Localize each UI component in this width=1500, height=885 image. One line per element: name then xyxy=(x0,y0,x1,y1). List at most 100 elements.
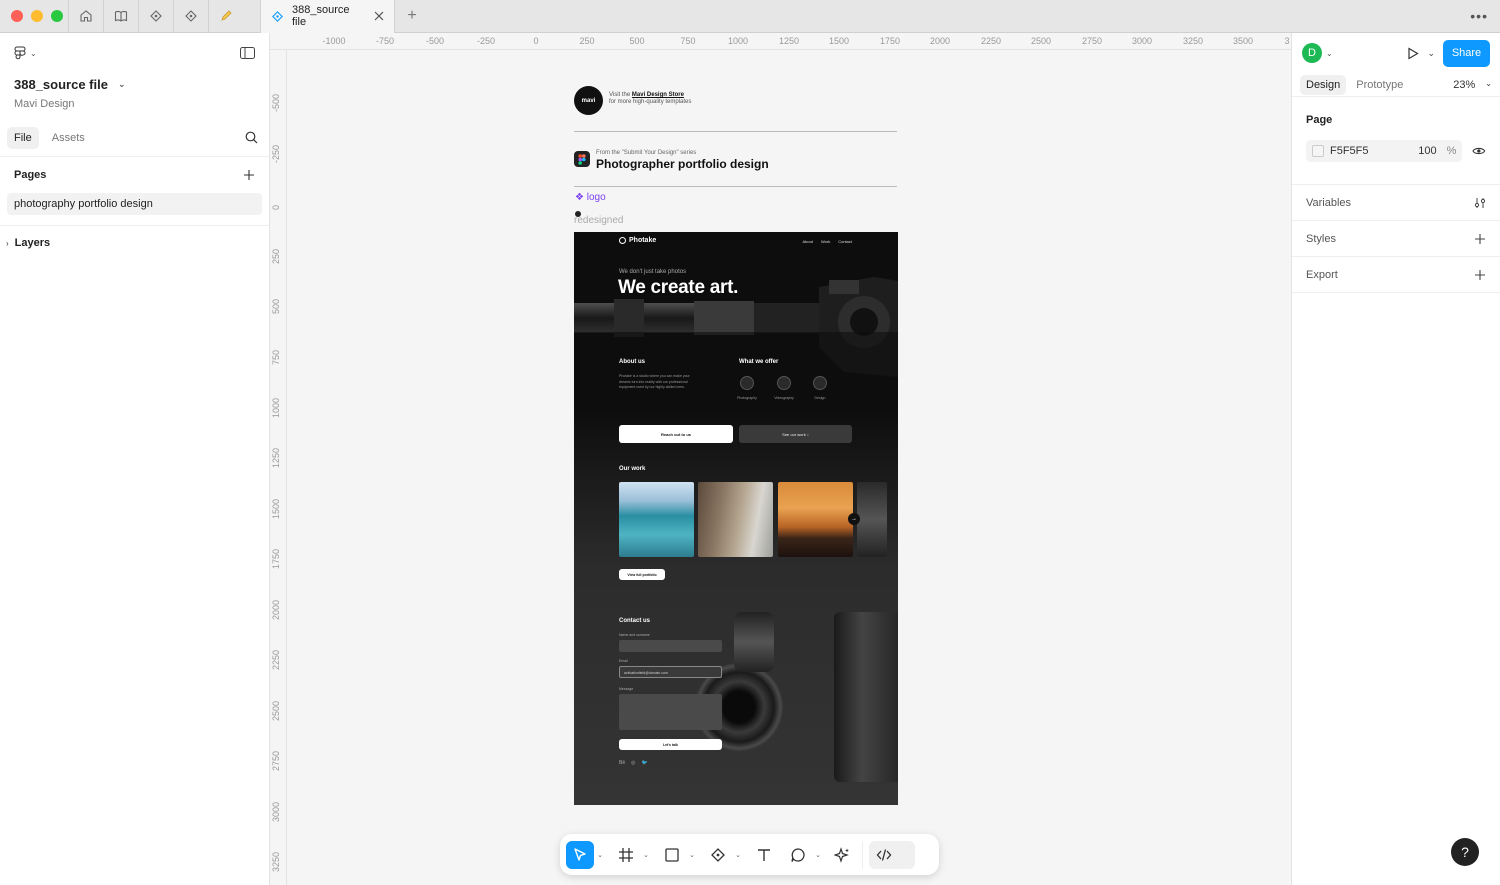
twitter-icon[interactable]: 🐦 xyxy=(642,760,648,766)
ruler-label: 1500 xyxy=(271,498,281,519)
pencil-icon[interactable] xyxy=(208,0,243,33)
more-menu-button[interactable]: ••• xyxy=(1470,8,1488,24)
portfolio-design-frame[interactable]: Photake About Work Contact We don't just… xyxy=(574,232,898,805)
redesigned-label[interactable]: redesigned xyxy=(574,215,623,226)
page-color-hex[interactable]: F5F5F5 xyxy=(1330,145,1369,157)
variables-section[interactable]: Variables xyxy=(1292,185,1500,221)
brand-logo[interactable]: Photake xyxy=(619,237,656,244)
new-tab-button[interactable]: + xyxy=(395,7,429,25)
cursor-icon xyxy=(574,847,586,861)
portfolio-thumb-waterfall[interactable] xyxy=(619,482,694,557)
email-field[interactable]: activationfield@domain.com xyxy=(619,666,722,678)
chevron-down-icon[interactable]: ⌄ xyxy=(686,851,698,859)
page-item-label: photography portfolio design xyxy=(14,198,153,210)
logo-component[interactable]: ❖ logo xyxy=(575,192,606,203)
service-videography[interactable]: Videography xyxy=(772,376,796,400)
divider xyxy=(574,131,897,132)
view-portfolio-button[interactable]: View full portfolio xyxy=(619,569,665,580)
series-title[interactable]: Photographer portfolio design xyxy=(596,157,769,171)
name-field[interactable] xyxy=(619,640,722,652)
help-button[interactable]: ? xyxy=(1451,838,1479,866)
mavi-logo[interactable]: mavi xyxy=(574,86,603,115)
behance-icon[interactable]: Bē xyxy=(619,760,625,766)
chevron-down-icon[interactable]: ⌄ xyxy=(732,851,744,859)
carousel-next-icon[interactable]: → xyxy=(848,513,860,525)
chevron-down-icon[interactable]: ⌄ xyxy=(812,851,824,859)
pen-tool-button[interactable] xyxy=(704,841,732,869)
mavi-store-link[interactable]: Mavi Design Store xyxy=(632,92,684,98)
frame-tool-button[interactable] xyxy=(612,841,640,869)
sidebar-toggle-icon[interactable] xyxy=(240,47,255,59)
eye-icon[interactable] xyxy=(1472,146,1486,156)
nav-contact[interactable]: Contact xyxy=(838,239,852,244)
sliders-icon[interactable] xyxy=(1474,197,1486,209)
tab-prototype[interactable]: Prototype xyxy=(1350,75,1409,95)
message-field[interactable] xyxy=(619,694,722,730)
ruler-label: 2750 xyxy=(1081,36,1103,46)
opacity-field[interactable]: 100 % xyxy=(1418,145,1456,157)
hero-subtitle: We don't just take photos xyxy=(619,269,687,275)
ai-tool-button[interactable] xyxy=(828,841,856,869)
pen-tool-icon[interactable] xyxy=(173,0,208,33)
reach-out-button[interactable]: Reach out to us xyxy=(619,425,733,443)
close-window-button[interactable] xyxy=(11,10,23,22)
nav-work[interactable]: Work xyxy=(821,239,830,244)
lets-talk-button[interactable]: Let's talk xyxy=(619,739,722,750)
chevron-down-icon[interactable]: ⌄ xyxy=(594,851,606,859)
instagram-icon[interactable]: ◎ xyxy=(631,760,635,766)
ruler-label: 3250 xyxy=(1182,36,1204,46)
add-export-icon[interactable] xyxy=(1474,269,1486,281)
tab-388-source-file[interactable]: 388_source file xyxy=(260,0,395,33)
work-title: Our work xyxy=(619,466,646,472)
avatar[interactable]: D xyxy=(1302,43,1322,63)
rectangle-tool-button[interactable] xyxy=(658,841,686,869)
ruler-label: 2250 xyxy=(271,649,281,670)
main-menu-button[interactable]: ⌄ xyxy=(14,46,37,60)
chevron-down-icon[interactable]: ⌄ xyxy=(1326,49,1333,58)
tab-file[interactable]: File xyxy=(7,126,39,149)
portfolio-thumb-partial[interactable] xyxy=(857,482,887,557)
nav-about[interactable]: About xyxy=(802,239,812,244)
zoom-window-button[interactable] xyxy=(51,10,63,22)
team-name[interactable]: Mavi Design xyxy=(0,95,269,117)
chevron-down-icon: ⌄ xyxy=(117,78,126,89)
service-design[interactable]: Design xyxy=(808,376,832,400)
mavi-promo-text[interactable]: Visit the Mavi Design Store for more hig… xyxy=(609,92,691,106)
present-button[interactable]: ⌄ xyxy=(1407,46,1435,60)
layers-header[interactable]: › Layers xyxy=(0,228,269,258)
zoom-control[interactable]: 23% ⌄ xyxy=(1453,79,1492,91)
camera-icon xyxy=(740,376,754,390)
contact-title: Contact us xyxy=(619,618,651,624)
service-photography[interactable]: Photography xyxy=(735,376,759,400)
file-name[interactable]: 388_source file ⌄ xyxy=(0,73,269,95)
page-item-photography-portfolio-design[interactable]: photography portfolio design xyxy=(7,193,262,215)
figma-logo-icon xyxy=(14,46,26,60)
portfolio-thumb-cliff[interactable] xyxy=(698,482,773,557)
styles-section[interactable]: Styles xyxy=(1292,221,1500,257)
tab-design[interactable]: Design xyxy=(1300,74,1347,95)
move-tool-button[interactable] xyxy=(566,840,594,869)
series-caption[interactable]: From the "Submit Your Design" series xyxy=(596,150,696,156)
pen-tool-icon[interactable] xyxy=(138,0,173,33)
color-swatch[interactable] xyxy=(1312,145,1324,157)
share-button[interactable]: Share xyxy=(1443,39,1490,67)
design-nav: About Work Contact xyxy=(802,239,852,244)
add-page-icon[interactable] xyxy=(243,169,255,181)
see-work-button[interactable]: See our work ↓ xyxy=(739,425,852,443)
opacity-value: 100 xyxy=(1418,145,1437,157)
close-tab-icon[interactable] xyxy=(374,11,384,21)
export-section[interactable]: Export xyxy=(1292,257,1500,293)
ruler-label: 2250 xyxy=(980,36,1002,46)
dev-mode-toggle[interactable] xyxy=(869,840,915,869)
search-icon[interactable] xyxy=(245,131,258,144)
minimize-window-button[interactable] xyxy=(31,10,43,22)
home-icon[interactable] xyxy=(68,0,103,33)
tab-assets[interactable]: Assets xyxy=(45,127,92,149)
book-icon[interactable] xyxy=(103,0,138,33)
add-style-icon[interactable] xyxy=(1474,233,1486,245)
text-tool-button[interactable] xyxy=(750,841,778,869)
page-color-field[interactable]: F5F5F5 100 % xyxy=(1306,140,1463,162)
comment-tool-button[interactable] xyxy=(784,841,812,869)
portfolio-thumb-sunset[interactable] xyxy=(778,482,853,557)
chevron-down-icon[interactable]: ⌄ xyxy=(640,851,652,859)
